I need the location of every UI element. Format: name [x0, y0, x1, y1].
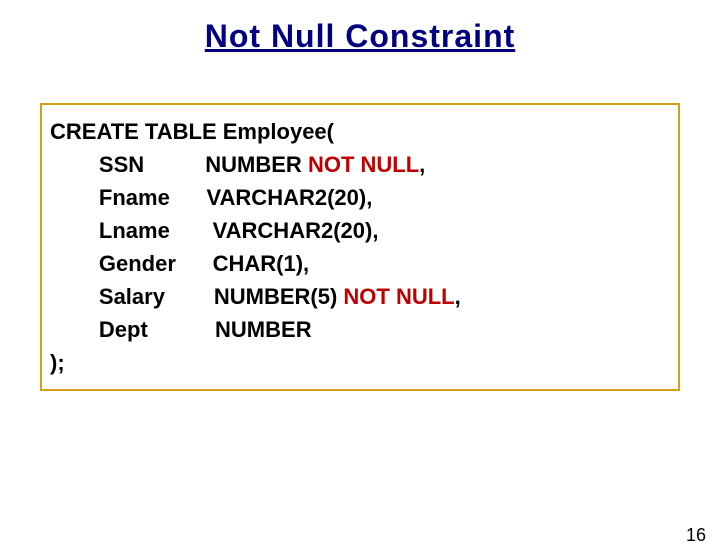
- code-line-1: CREATE TABLE Employee(: [50, 115, 670, 148]
- slide-title: Not Null Constraint: [0, 18, 720, 55]
- col-type: NUMBER: [144, 152, 308, 177]
- code-line-4: Lname VARCHAR2(20),: [50, 214, 670, 247]
- page-number: 16: [686, 525, 706, 546]
- code-text: );: [50, 350, 65, 375]
- col-name: Fname: [50, 185, 170, 210]
- col-name: Gender: [50, 251, 176, 276]
- code-line-2: SSN NUMBER NOT NULL,: [50, 148, 670, 181]
- code-block: CREATE TABLE Employee( SSN NUMBER NOT NU…: [40, 103, 680, 391]
- code-line-8: );: [50, 346, 670, 379]
- col-type: VARCHAR2(20),: [170, 218, 379, 243]
- col-type: CHAR(1),: [176, 251, 309, 276]
- code-text: ,: [419, 152, 425, 177]
- col-type: NUMBER: [148, 317, 312, 342]
- not-null-highlight: NOT NULL: [308, 152, 419, 177]
- not-null-highlight: NOT NULL: [343, 284, 454, 309]
- col-name: Lname: [50, 218, 170, 243]
- code-line-5: Gender CHAR(1),: [50, 247, 670, 280]
- code-line-7: Dept NUMBER: [50, 313, 670, 346]
- code-text: CREATE TABLE Employee(: [50, 119, 334, 144]
- code-text: ,: [455, 284, 461, 309]
- code-line-6: Salary NUMBER(5) NOT NULL,: [50, 280, 670, 313]
- col-type: VARCHAR2(20),: [170, 185, 373, 210]
- col-name: Salary: [50, 284, 165, 309]
- col-name: Dept: [50, 317, 148, 342]
- code-line-3: Fname VARCHAR2(20),: [50, 181, 670, 214]
- col-type: NUMBER(5): [165, 284, 343, 309]
- col-name: SSN: [50, 152, 144, 177]
